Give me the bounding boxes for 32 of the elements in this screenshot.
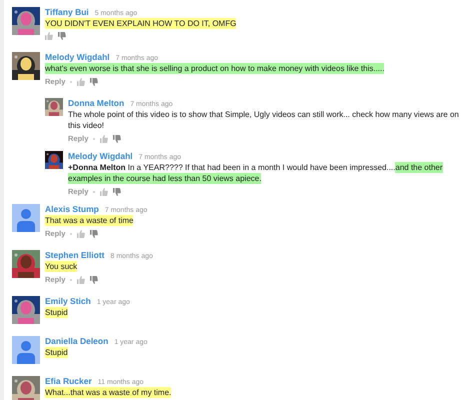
author-link[interactable]: Alexis Stump bbox=[45, 204, 99, 214]
thumbs-down-icon[interactable] bbox=[90, 230, 98, 238]
thumbs-up-icon[interactable] bbox=[77, 276, 86, 284]
thumbs-up-icon[interactable] bbox=[100, 134, 108, 142]
default-avatar-icon bbox=[12, 336, 40, 364]
comment-text: what's even worse is that she is selling a product on how to make money with videos like this..... bbox=[45, 63, 386, 74]
comment-text: You suck bbox=[45, 261, 78, 272]
comment-text: The whole point of this video is to show that Simple, Ugly videos can still work... check how many views are on this video! bbox=[68, 109, 460, 131]
thumbs-down-icon[interactable] bbox=[90, 78, 98, 86]
default-avatar-icon bbox=[12, 204, 40, 232]
comment-text: Stupid bbox=[45, 347, 69, 358]
thumbs-up-icon[interactable] bbox=[77, 230, 86, 238]
thumbs-down-icon[interactable] bbox=[58, 32, 66, 40]
thumbs-down-icon[interactable] bbox=[113, 134, 122, 142]
comment-text: That was a waste of time bbox=[45, 215, 134, 226]
author-link[interactable]: Efia Rucker bbox=[45, 376, 92, 386]
author-link[interactable]: Emily Stich bbox=[45, 296, 91, 306]
author-link[interactable]: Daniella Deleon bbox=[45, 336, 108, 346]
thumbs-up-icon[interactable] bbox=[45, 32, 53, 40]
author-link[interactable]: Melody Wigdahl bbox=[68, 151, 133, 161]
thumbs-up-icon[interactable] bbox=[100, 188, 108, 196]
comment-text: +Donna Melton In a YEAR???? If that had been in a month I would have been impressed....and the other examples in the course had less than 50 views apiece. bbox=[68, 162, 444, 184]
author-link[interactable]: Melody Wigdahl bbox=[45, 52, 110, 62]
author-link[interactable]: Stephen Elliott bbox=[45, 250, 104, 260]
comment-text: What...that was a waste of my time. bbox=[45, 387, 172, 398]
comment-text: YOU DIDN'T EVEN EXPLAIN HOW TO DO IT, OMFG bbox=[45, 18, 238, 29]
author-link[interactable]: Tiffany Bui bbox=[45, 7, 89, 17]
thumbs-down-icon[interactable] bbox=[113, 188, 122, 196]
thumbs-down-icon[interactable] bbox=[90, 276, 98, 284]
comment-text: Stupid bbox=[45, 307, 69, 318]
author-link[interactable]: Donna Melton bbox=[68, 98, 124, 108]
thumbs-up-icon[interactable] bbox=[77, 78, 86, 86]
